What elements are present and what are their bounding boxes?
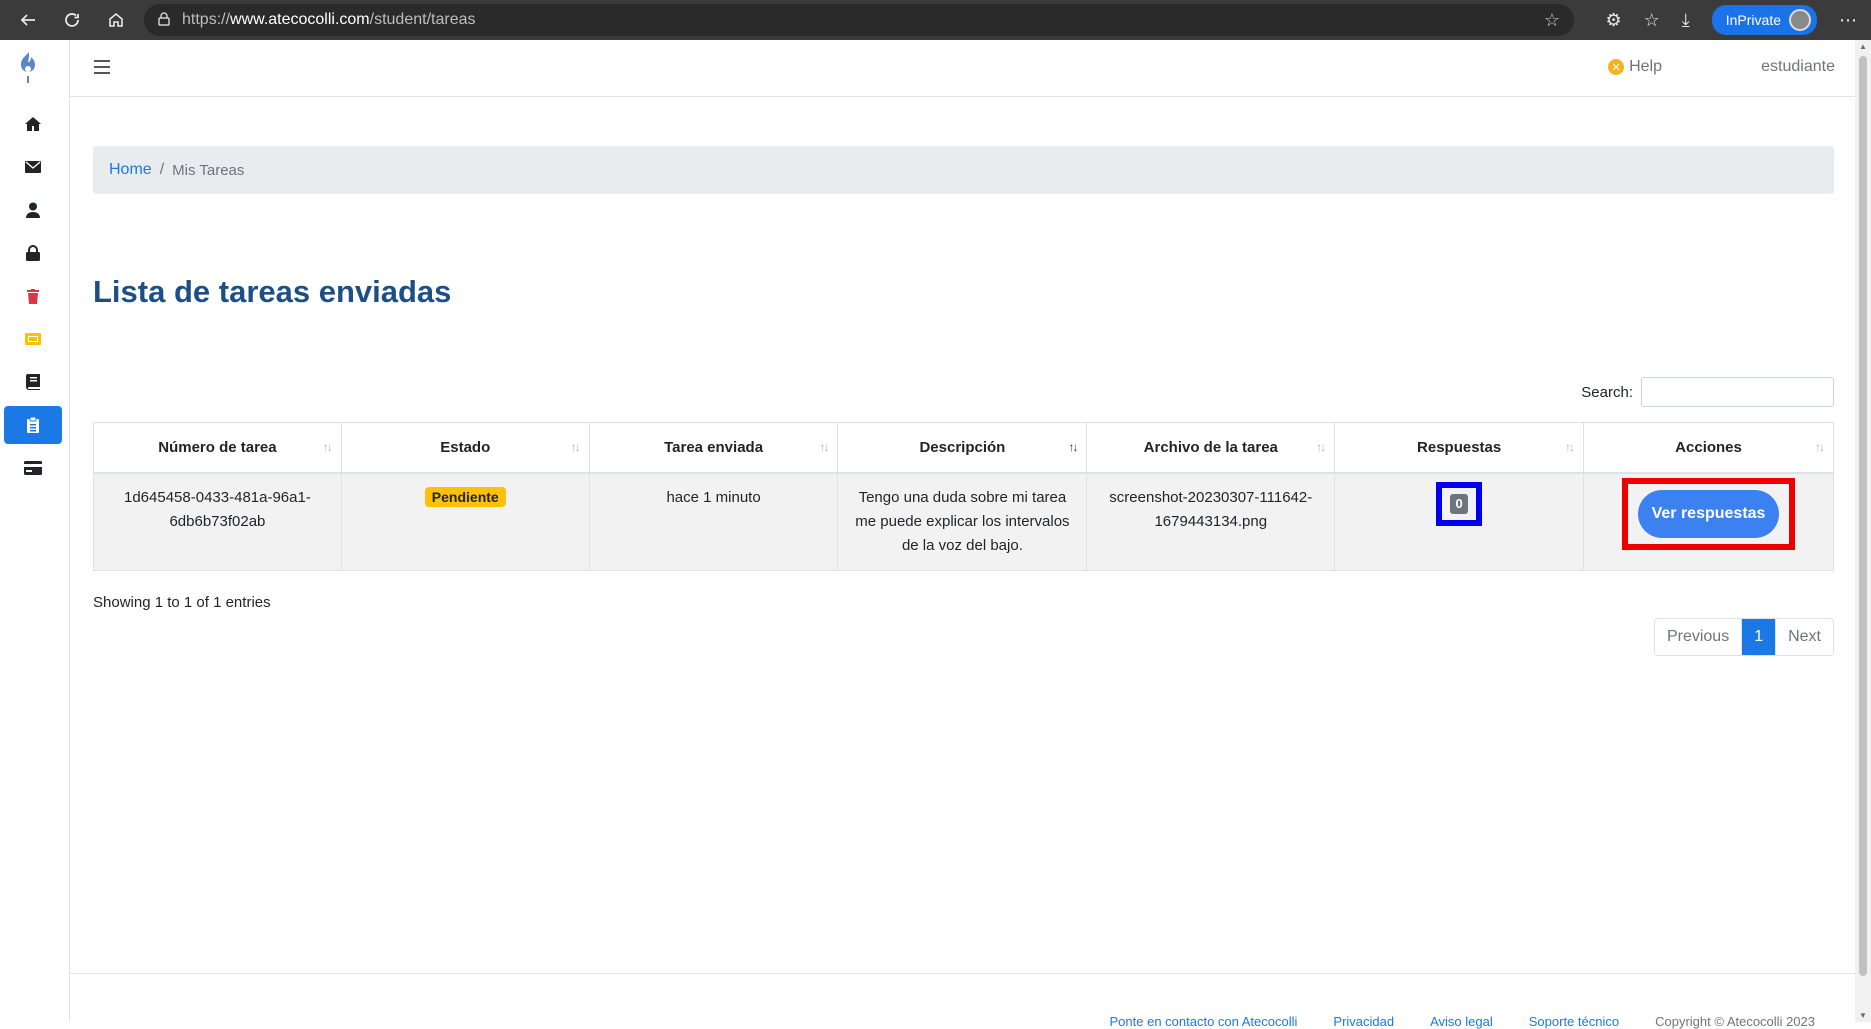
scroll-down-icon[interactable]: ▼ [1859,1011,1867,1020]
lock-icon [158,11,170,29]
cell-description: Tengo una duda sobre mi tarea me puede e… [837,472,1088,571]
sidebar-item-trash[interactable] [4,277,62,315]
column-header-status[interactable]: Estado ↑↓ [340,422,590,474]
url-scheme: https:// [182,11,231,28]
pagination-next[interactable]: Next [1776,619,1833,655]
search-label: Search: [1581,383,1633,401]
favorites-icon[interactable]: ☆ [1644,10,1660,31]
breadcrumb-current: Mis Tareas [172,161,245,179]
extensions-icon[interactable]: ⚙ [1606,10,1622,31]
column-header-file[interactable]: Archivo de la tarea ↑↓ [1086,422,1336,474]
page-title: Lista de tareas enviadas [93,274,452,309]
sort-icon: ↑↓ [322,440,333,454]
more-options-icon[interactable]: ⋯ [1839,10,1857,31]
downloads-icon[interactable]: ⤓ [1682,10,1690,31]
cell-status: Pendiente [340,472,590,571]
page-scrollbar[interactable]: ▲ ▼ [1855,40,1871,1022]
sidebar-item-tickets[interactable] [4,320,62,358]
sort-icon: ↑↓ [1815,440,1825,454]
url-host: www.atecocolli.com [230,11,370,28]
sidebar-item-messages[interactable] [4,148,62,186]
table-row: 1d645458-0433-481a-96a1- 6db6b73f02ab Pe… [93,472,1834,571]
back-icon[interactable] [10,4,46,36]
user-icon [26,202,40,218]
user-menu[interactable]: estudiante [1761,58,1835,76]
inprivate-label: InPrivate [1725,12,1781,28]
browser-toolbar: https://www.atecocolli.com/student/tarea… [0,0,1871,40]
pagination-page-1[interactable]: 1 [1742,619,1777,655]
sidebar-item-payments[interactable] [4,449,62,487]
lock-icon [26,245,40,261]
cell-sent: hace 1 minuto [588,472,839,571]
menu-toggle-icon[interactable] [94,60,110,74]
column-header-description[interactable]: Descripción ↑↓ [837,422,1088,474]
scroll-up-icon[interactable]: ▲ [1859,42,1867,51]
footer: Ponte en contacto con Atecocolli Privaci… [70,973,1855,1029]
book-icon [26,374,40,390]
help-link[interactable]: ✕ Help [1608,58,1662,76]
sidebar [0,40,70,1022]
sidebar-item-profile[interactable] [4,191,62,229]
responses-count-badge: 0 [1450,493,1469,514]
home-browser-icon[interactable] [98,4,134,36]
view-responses-button[interactable]: Ver respuestas [1637,489,1780,538]
sort-icon: ↑↓ [1316,440,1326,454]
help-icon: ✕ [1608,59,1625,75]
action-highlight: Ver respuestas [1621,477,1796,550]
top-navbar: ✕ Help estudiante [70,40,1855,97]
sidebar-item-security[interactable] [4,234,62,272]
pagination-previous[interactable]: Previous [1655,619,1743,655]
pagination: Previous 1 Next [1653,618,1834,656]
column-header-actions[interactable]: Acciones ↑↓ [1583,422,1834,474]
clipboard-icon [27,417,39,433]
column-header-responses[interactable]: Respuestas ↑↓ [1334,422,1585,474]
breadcrumb-home[interactable]: Home [109,161,152,179]
app-logo[interactable] [15,50,41,84]
home-icon [25,117,41,131]
table-header-row: Número de tarea ↑↓ Estado ↑↓ Tarea enviada… [93,422,1834,474]
favorite-star-icon[interactable]: ☆ [1544,10,1560,31]
help-label: Help [1629,58,1662,75]
search-input[interactable] [1641,377,1834,407]
scrollbar-thumb[interactable] [1859,56,1867,976]
breadcrumb: Home / Mis Tareas [93,146,1834,194]
responses-highlight: 0 [1436,481,1483,526]
url-path: /student/tareas [369,11,476,28]
sidebar-item-home[interactable] [4,105,62,143]
table-info: Showing 1 to 1 of 1 entries [93,594,271,611]
sidebar-item-tasks[interactable] [4,406,62,444]
trash-icon [27,288,39,304]
table-search: Search: [1581,377,1834,407]
sidebar-item-courses[interactable] [4,363,62,401]
column-header-sent[interactable]: Tarea enviada ↑↓ [588,422,839,474]
ticket-icon [25,333,41,345]
credit-card-icon [24,461,42,475]
cell-responses: 0 [1334,472,1585,571]
column-header-number[interactable]: Número de tarea ↑↓ [93,422,342,474]
sort-icon: ↑↓ [570,440,581,454]
profile-avatar [1789,9,1811,31]
sort-icon: ↑↓ [819,440,829,454]
cell-task-number: 1d645458-0433-481a-96a1- 6db6b73f02ab [93,472,342,571]
cell-file: screenshot-20230307-111642- 1679443134.p… [1086,472,1336,571]
status-badge: Pendiente [424,486,506,507]
inprivate-button[interactable]: InPrivate [1711,5,1817,35]
address-bar[interactable]: https://www.atecocolli.com/student/tarea… [144,4,1574,36]
reload-icon[interactable] [54,4,90,36]
breadcrumb-separator: / [159,161,165,178]
sort-icon: ↑↓ [1565,440,1575,454]
tasks-table: Número de tarea ↑↓ Estado ↑↓ Tarea enviada… [93,422,1834,571]
sort-asc-icon: ↑↓ [1068,440,1078,454]
cell-actions: Ver respuestas [1583,472,1834,571]
envelope-icon [25,161,41,173]
